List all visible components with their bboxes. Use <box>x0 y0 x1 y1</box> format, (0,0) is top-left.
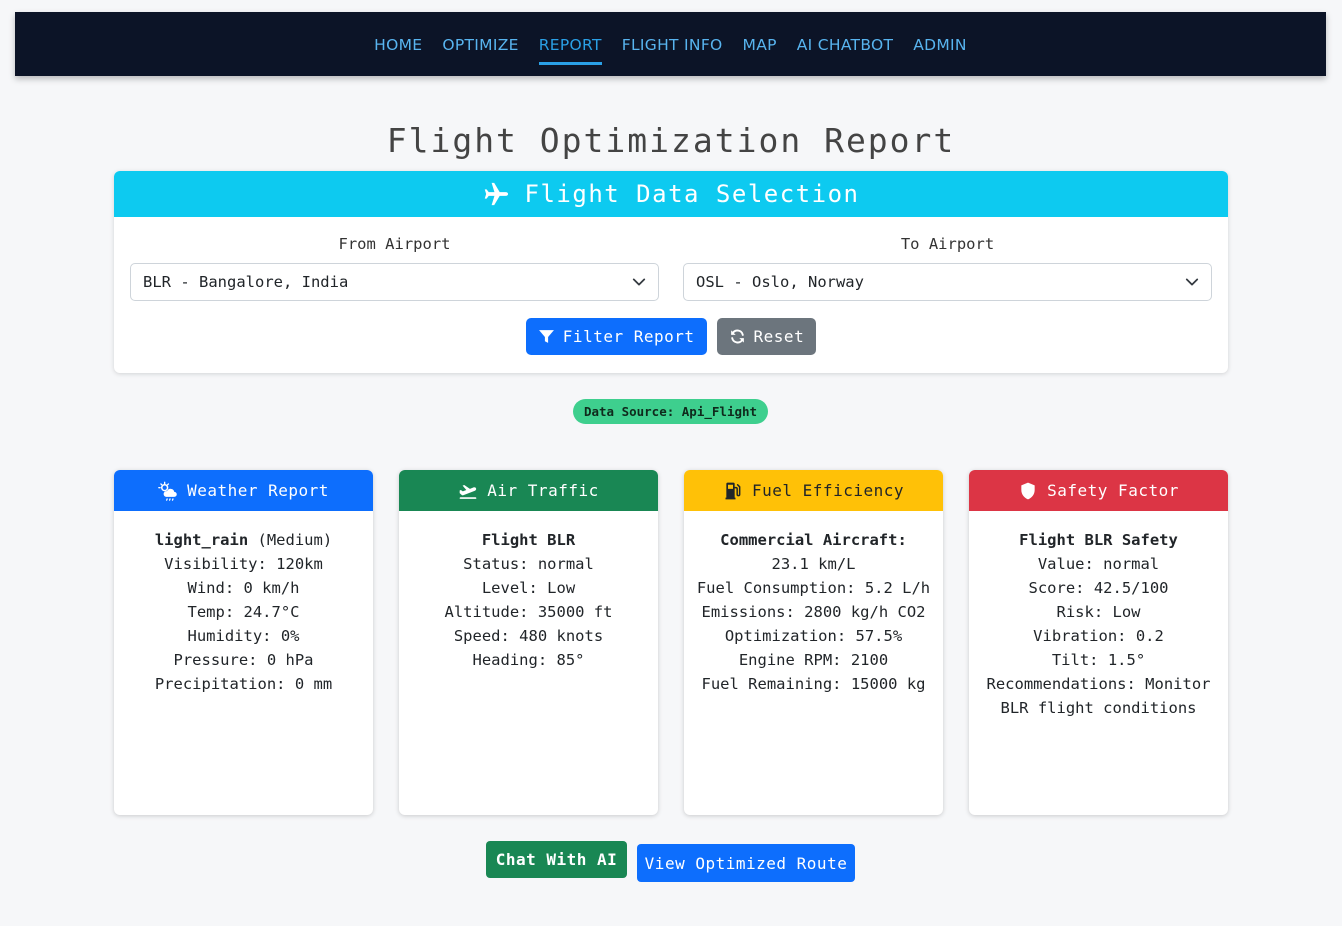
fuel-engine-rpm: Engine RPM: 2100 <box>738 651 889 669</box>
fuel-optimization: Optimization: 57.5% <box>724 627 903 645</box>
air-traffic-card: Air Traffic Flight BLR Status: normal Le… <box>399 470 658 815</box>
selection-header: Flight Data Selection <box>114 171 1228 217</box>
from-airport-label: From Airport <box>338 235 451 253</box>
fuel-efficiency-title: Fuel Efficiency <box>752 481 904 500</box>
filter-report-button[interactable]: Filter Report <box>525 318 707 355</box>
weather-pressure: Pressure: 0 hPa <box>173 651 314 669</box>
safety-factor-card: Safety Factor Flight BLR Safety Value: n… <box>969 470 1228 815</box>
safety-tilt: Tilt: 1.5° <box>1051 651 1146 669</box>
reset-label: Reset <box>753 327 805 346</box>
selection-title: Flight Data Selection <box>524 180 860 208</box>
air-traffic-status: Status: normal <box>463 555 594 573</box>
reset-button[interactable]: Reset <box>716 318 817 355</box>
plane-departure-icon <box>459 484 477 499</box>
sync-icon <box>730 329 744 344</box>
air-traffic-speed: Speed: 480 knots <box>453 627 604 645</box>
nav-link-map[interactable]: MAP <box>743 36 777 65</box>
to-airport-value: OSL - Oslo, Norway <box>696 273 864 291</box>
safety-flight: Flight BLR Safety <box>1019 531 1178 549</box>
air-traffic-body: Flight BLR Status: normal Level: Low Alt… <box>399 511 658 672</box>
safety-vibration: Vibration: 0.2 <box>1033 627 1164 645</box>
nav-link-ai-chatbot[interactable]: AI CHATBOT <box>797 36 893 65</box>
weather-temp: Temp: 24.7°C <box>187 603 300 621</box>
air-traffic-flight: Flight BLR <box>481 531 576 549</box>
nav-link-optimize[interactable]: OPTIMIZE <box>442 36 518 65</box>
fuel-aircraft-type: Commercial Aircraft: <box>720 531 907 549</box>
filter-icon <box>538 330 554 343</box>
air-traffic-title: Air Traffic <box>487 481 599 500</box>
nav-link-report[interactable]: REPORT <box>538 36 602 65</box>
flight-data-selection-card: Flight Data Selection From Airport BLR -… <box>114 171 1228 373</box>
safety-score: Score: 42.5/100 <box>1028 579 1169 597</box>
air-traffic-header: Air Traffic <box>399 470 658 511</box>
air-traffic-level: Level: Low <box>481 579 576 597</box>
weather-wind: Wind: 0 km/h <box>187 579 300 597</box>
air-traffic-altitude: Altitude: 35000 ft <box>444 603 613 621</box>
cloud-sun-rain-icon <box>158 481 177 501</box>
nav-links: HOME OPTIMIZE REPORT FLIGHT INFO MAP AI … <box>374 36 967 65</box>
to-airport-group: To Airport OSL - Oslo, Norway <box>683 235 1212 301</box>
fuel-remaining: Fuel Remaining: 15000 kg <box>701 675 926 693</box>
nav-link-flight-info[interactable]: FLIGHT INFO <box>622 36 723 65</box>
fuel-emissions: Emissions: 2800 kg/h CO2 <box>701 603 926 621</box>
gas-pump-icon <box>725 482 741 499</box>
chevron-down-icon <box>1185 278 1199 286</box>
weather-humidity: Humidity: 0% <box>187 627 300 645</box>
safety-factor-header: Safety Factor <box>969 470 1228 511</box>
plane-icon <box>484 182 508 206</box>
filter-report-label: Filter Report <box>562 327 695 346</box>
safety-factor-body: Flight BLR Safety Value: normal Score: 4… <box>969 511 1228 720</box>
weather-severity: (Medium) <box>257 531 333 549</box>
chat-with-ai-button[interactable]: Chat With AI <box>486 841 627 878</box>
shield-icon <box>1021 482 1035 499</box>
fuel-efficiency-card: Fuel Efficiency Commercial Aircraft: 23.… <box>684 470 943 815</box>
weather-precipitation: Precipitation: 0 mm <box>154 675 333 693</box>
air-traffic-heading: Heading: 85° <box>472 651 585 669</box>
fuel-consumption: Fuel Consumption: 5.2 L/h <box>696 579 931 597</box>
weather-condition: light_rain <box>154 531 249 549</box>
top-navbar: HOME OPTIMIZE REPORT FLIGHT INFO MAP AI … <box>15 12 1326 76</box>
fuel-efficiency-header: Fuel Efficiency <box>684 470 943 511</box>
weather-report-body: light_rain (Medium) Visibility: 120km Wi… <box>114 511 373 696</box>
from-airport-select[interactable]: BLR - Bangalore, India <box>130 263 659 301</box>
weather-condition-row: light_rain (Medium) <box>124 528 363 552</box>
page-title: Flight Optimization Report <box>386 121 956 160</box>
fuel-efficiency-body: Commercial Aircraft: 23.1 km/L Fuel Cons… <box>684 511 943 696</box>
safety-value: Value: normal <box>1037 555 1160 573</box>
weather-report-card: Weather Report light_rain (Medium) Visib… <box>114 470 373 815</box>
to-airport-select[interactable]: OSL - Oslo, Norway <box>683 263 1212 301</box>
fuel-efficiency-value: 23.1 km/L <box>771 555 856 573</box>
safety-risk: Risk: Low <box>1056 603 1141 621</box>
weather-report-header: Weather Report <box>114 470 373 511</box>
safety-recommendations: Recommendations: Monitor BLR flight cond… <box>986 675 1211 717</box>
safety-factor-title: Safety Factor <box>1047 481 1179 500</box>
chevron-down-icon <box>632 278 646 286</box>
nav-link-home[interactable]: HOME <box>374 36 422 65</box>
from-airport-group: From Airport BLR - Bangalore, India <box>130 235 659 301</box>
view-optimized-route-button[interactable]: View Optimized Route <box>637 844 855 882</box>
from-airport-value: BLR - Bangalore, India <box>143 273 349 291</box>
data-source-badge: Data Source: Api_Flight <box>573 399 768 424</box>
nav-link-admin[interactable]: ADMIN <box>913 36 967 65</box>
weather-visibility: Visibility: 120km <box>164 555 323 573</box>
weather-report-title: Weather Report <box>187 481 329 500</box>
to-airport-label: To Airport <box>900 235 995 253</box>
